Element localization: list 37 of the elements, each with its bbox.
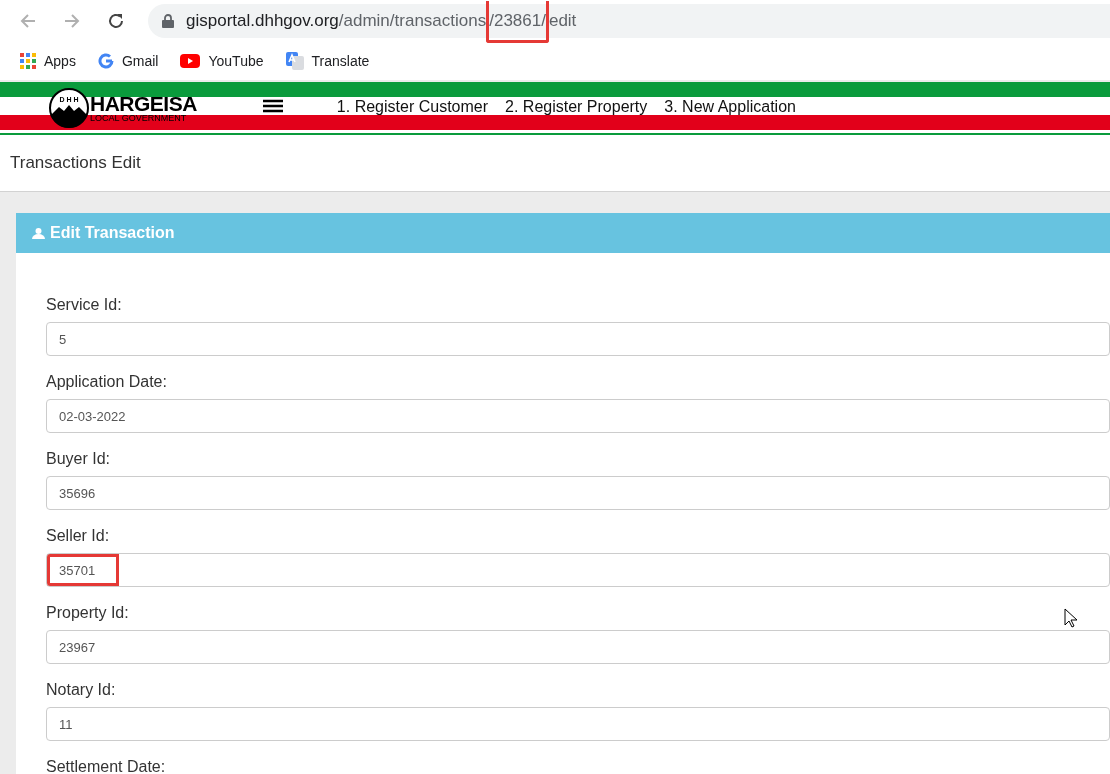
user-icon: [32, 226, 45, 240]
field-label: Settlement Date:: [46, 758, 166, 774]
field-label: Notary Id:: [46, 681, 116, 700]
input-field[interactable]: 35701: [46, 553, 1110, 587]
input-field[interactable]: 11: [46, 707, 1110, 741]
input-field[interactable]: 5: [46, 322, 1110, 356]
input-field[interactable]: 02-03-2022: [46, 399, 1110, 433]
bookmark-link[interactable]: Gmail: [97, 53, 159, 69]
nav-link[interactable]: 3. New Application: [664, 97, 796, 116]
reload-icon: [107, 12, 125, 30]
page-title: Transactions Edit: [10, 153, 141, 173]
bookmark-link[interactable]: Apps: [20, 53, 76, 69]
bookmark-link[interactable]: Translate: [285, 52, 370, 70]
url-text: /admin/transactions: [338, 11, 487, 31]
apps-grid-icon: [20, 53, 36, 69]
back-arrow-icon: [19, 12, 37, 30]
bookmark-link[interactable]: YouTube: [180, 53, 264, 69]
card-title: Edit Transaction: [50, 224, 175, 242]
lock-icon: [162, 14, 174, 28]
field-label: Seller Id:: [46, 527, 110, 546]
url-text: gisportal.dhhgov.org: [186, 11, 339, 31]
field-label: Property Id:: [46, 604, 129, 623]
pointer-cursor-icon: [1064, 608, 1078, 628]
field-label: Buyer Id:: [46, 450, 111, 469]
nav-link[interactable]: 1. Register Customer: [336, 97, 489, 116]
field-label: Service Id:: [46, 296, 122, 315]
logo-title: HARGEISA: [90, 92, 197, 114]
play-logo-icon: [180, 54, 201, 68]
g-logo-icon: [97, 53, 114, 69]
field-label: Application Date:: [46, 373, 167, 392]
url-text: edit: [548, 11, 577, 31]
logo-subtitle: LOCAL GOVERNMENT: [90, 113, 188, 123]
input-field[interactable]: 23967: [46, 630, 1110, 664]
forward-arrow-icon: [63, 12, 81, 30]
nav-link[interactable]: 2. Register Property: [505, 97, 648, 116]
input-field[interactable]: 35696: [46, 476, 1110, 510]
translate-icon: [285, 52, 304, 70]
